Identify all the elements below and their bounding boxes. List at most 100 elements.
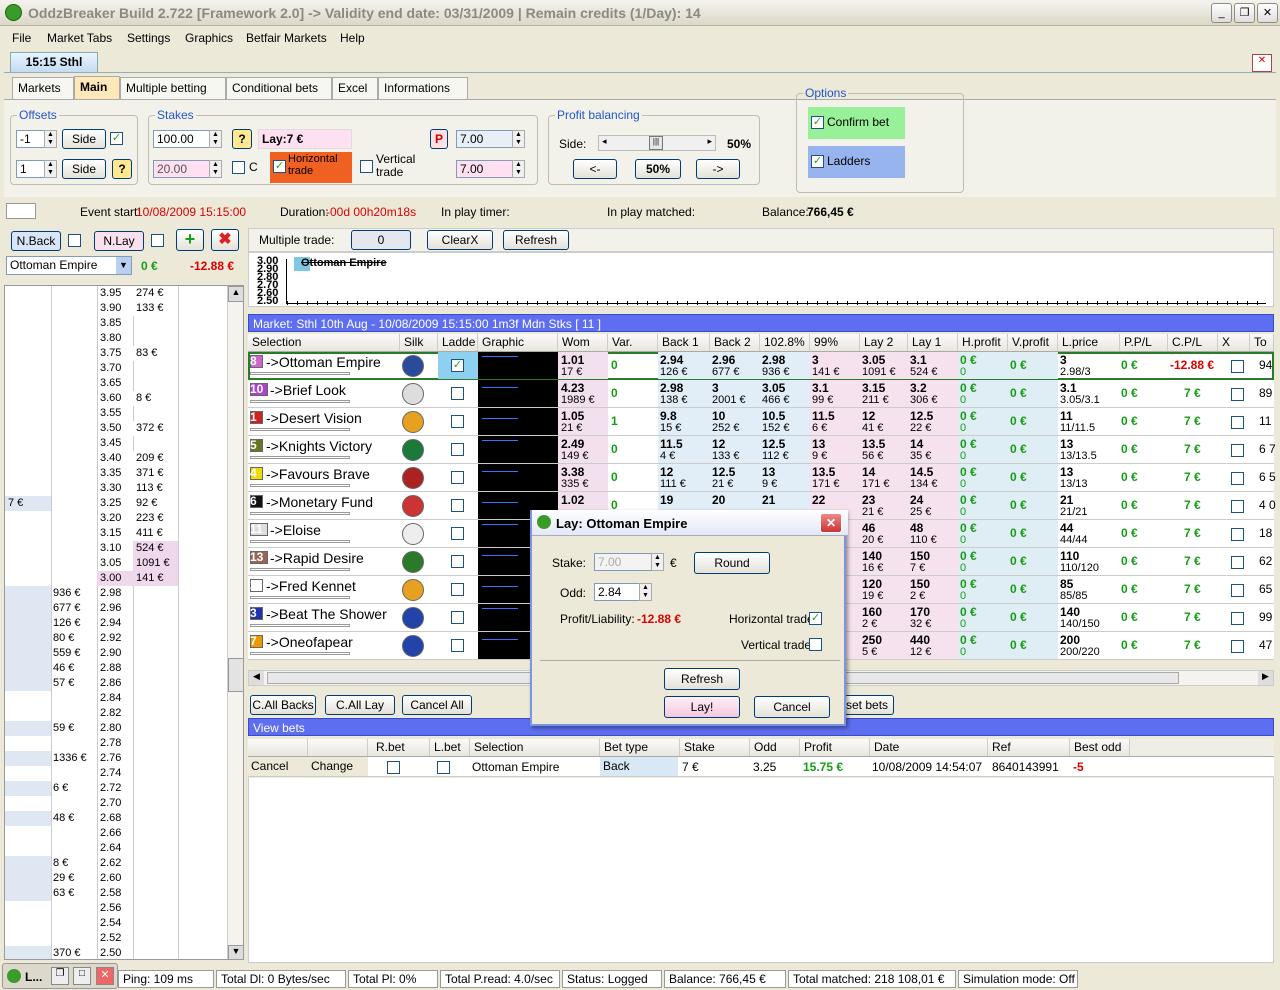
p-button[interactable]: P	[430, 129, 448, 149]
col-lay-pct[interactable]: 99%	[810, 334, 860, 351]
dialog-odd-input[interactable]: 2.84	[594, 583, 640, 601]
bets-col-rbet[interactable]: R.bet	[368, 739, 430, 756]
ladder-checkbox[interactable]	[451, 527, 464, 540]
col-selection[interactable]: Selection	[248, 334, 400, 351]
offset-2-input[interactable]: 1	[16, 160, 46, 178]
col-graphic[interactable]: Graphic	[478, 334, 558, 351]
dialog-close-icon[interactable]: ✕	[820, 513, 842, 533]
col-silk[interactable]: Silk	[400, 334, 438, 351]
ladder-row[interactable]: 6 € 2.72	[5, 781, 229, 796]
col-back1[interactable]: Back 1	[658, 334, 710, 351]
ladder-checkbox[interactable]	[451, 471, 464, 484]
col-wom[interactable]: Wom	[558, 334, 608, 351]
refresh-multiple-button[interactable]: Refresh	[503, 230, 569, 250]
ladder-row[interactable]: 3.45	[5, 436, 229, 451]
dialog-stake-input[interactable]: 7.00	[594, 553, 652, 571]
col-lay1[interactable]: Lay 1	[908, 334, 958, 351]
offset-help-button[interactable]: ?	[112, 159, 132, 179]
menu-market-tabs[interactable]: Market Tabs	[47, 31, 112, 45]
ladder-row[interactable]: 3.70	[5, 361, 229, 376]
offset-1-side-button[interactable]: Side	[62, 129, 106, 149]
menu-graphics[interactable]: Graphics	[185, 31, 233, 45]
ladder-row[interactable]: 1336 € 2.76	[5, 751, 229, 766]
runner-name[interactable]: ->Beat The Shower	[266, 606, 387, 622]
ladder-row[interactable]: 677 € 2.96	[5, 601, 229, 616]
market-tab[interactable]: 15:15 Sthl	[10, 52, 98, 72]
ladder-row[interactable]: 370 € 2.50	[5, 946, 229, 959]
slider-thumb[interactable]: |||	[649, 136, 663, 150]
runner-name[interactable]: ->Knights Victory	[266, 438, 372, 454]
x-checkbox[interactable]	[1231, 388, 1244, 401]
nlay-checkbox[interactable]	[151, 234, 164, 247]
runner-row[interactable]: 10 ->Brief Look 4.23 1989 € 0 2.98 138 € 3 2001 …	[248, 380, 1274, 408]
x-checkbox[interactable]	[1231, 416, 1244, 429]
ladder-row[interactable]: 2.82	[5, 706, 229, 721]
minimize-button[interactable]: _	[1211, 3, 1232, 23]
bets-col-selection[interactable]: Selection	[470, 739, 600, 756]
side-slider[interactable]: ◂ ||| ▸	[598, 135, 716, 151]
vertical-trade-checkbox[interactable]	[360, 160, 373, 173]
tab-main[interactable]: Main	[74, 76, 120, 99]
bets-col-date[interactable]: Date	[870, 739, 988, 756]
stake-2-spinner[interactable]: ▲ ▼	[209, 160, 222, 178]
ladder-row[interactable]: 2.52	[5, 931, 229, 946]
runner-name[interactable]: ->Favours Brave	[266, 466, 370, 482]
runner-row[interactable]: 5 ->Knights Victory 2.49 149 €0 11.5 4 €12 133…	[248, 436, 1276, 464]
ladder-row[interactable]: 3.65	[5, 376, 229, 391]
ladder-checkbox[interactable]	[451, 639, 464, 652]
ladder-row[interactable]: 3.10 524 €	[5, 541, 229, 556]
ladder-row[interactable]: 936 € 2.98	[5, 586, 229, 601]
nback-button[interactable]: N.Back	[11, 231, 61, 251]
ladder-row[interactable]: 3.55	[5, 406, 229, 421]
lbet-checkbox[interactable]	[437, 761, 450, 774]
ladder-row[interactable]: 63 € 2.58	[5, 886, 229, 901]
price-2-spinner[interactable]: ▲ ▼	[512, 160, 525, 178]
task-maximize-icon[interactable]: □	[73, 967, 91, 985]
ladder-row[interactable]: 3.20 223 €	[5, 511, 229, 526]
tab-multiple-betting[interactable]: Multiple betting	[120, 77, 226, 99]
task-close-icon[interactable]: ✕	[96, 967, 114, 985]
runner-name[interactable]: ->Monetary Fund	[266, 494, 373, 510]
runner-row[interactable]: 1 ->Desert Vision 1.05 21 € 1 9.8 15 € 10 252 € 1…	[248, 408, 1274, 436]
bets-col-ref[interactable]: Ref	[988, 739, 1070, 756]
delete-icon[interactable]: ✖	[211, 229, 239, 251]
ladder-row[interactable]: 80 € 2.92	[5, 631, 229, 646]
x-checkbox[interactable]	[1231, 360, 1244, 373]
runner-name[interactable]: ->Eloise	[270, 522, 321, 538]
x-checkbox[interactable]	[1231, 556, 1244, 569]
price-1-spinner[interactable]: ▲ ▼	[512, 130, 525, 148]
col-hprofit[interactable]: H.profit	[958, 334, 1008, 351]
ladder-row[interactable]: 29 € 2.60	[5, 871, 229, 886]
tab-conditional-bets[interactable]: Conditional bets	[226, 77, 332, 99]
ladder-row[interactable]: 2.64	[5, 841, 229, 856]
bets-col-profit[interactable]: Profit	[800, 739, 870, 756]
bet-cancel-button[interactable]: Cancel	[248, 757, 308, 776]
ladder-row[interactable]: 3.80	[5, 331, 229, 346]
col-back2[interactable]: Back 2	[710, 334, 760, 351]
rbet-checkbox[interactable]	[387, 761, 400, 774]
ladders-option[interactable]: ✓ Ladders	[808, 146, 905, 178]
col-ppl[interactable]: P.P/L	[1120, 334, 1168, 351]
balance-right-button[interactable]: ->	[696, 159, 740, 179]
menu-settings[interactable]: Settings	[127, 31, 170, 45]
ladder-row[interactable]: 3.60 8 €	[5, 391, 229, 406]
ladder-checkbox[interactable]	[451, 583, 464, 596]
ladder-checkbox[interactable]	[451, 415, 464, 428]
col-to[interactable]: To	[1250, 334, 1274, 351]
x-checkbox[interactable]	[1231, 472, 1244, 485]
ladder-row[interactable]: 3.85	[5, 316, 229, 331]
ladder-row[interactable]: 59 € 2.80	[5, 721, 229, 736]
tab-excel[interactable]: Excel	[332, 77, 378, 99]
x-checkbox[interactable]	[1231, 584, 1244, 597]
dialog-odd-spinner[interactable]: ▲ ▼	[639, 583, 652, 601]
runner-select[interactable]: Ottoman Empire ▼	[6, 256, 132, 275]
dialog-htrade-checkbox[interactable]: ✓	[809, 612, 822, 625]
cancel-all-lay-button[interactable]: C.All Lay	[325, 695, 395, 715]
horizontal-trade-toggle[interactable]: ✓ Horizontal trade	[270, 152, 352, 183]
cancel-all-backs-button[interactable]: C.All Backs	[250, 695, 316, 715]
ladder-row[interactable]: 2.70	[5, 796, 229, 811]
ladder-row[interactable]: 3.15 411 €	[5, 526, 229, 541]
ladder-row[interactable]: 8 € 2.62	[5, 856, 229, 871]
task-restore-icon[interactable]: ❐	[51, 967, 69, 985]
offset-2-side-button[interactable]: Side	[62, 159, 106, 179]
